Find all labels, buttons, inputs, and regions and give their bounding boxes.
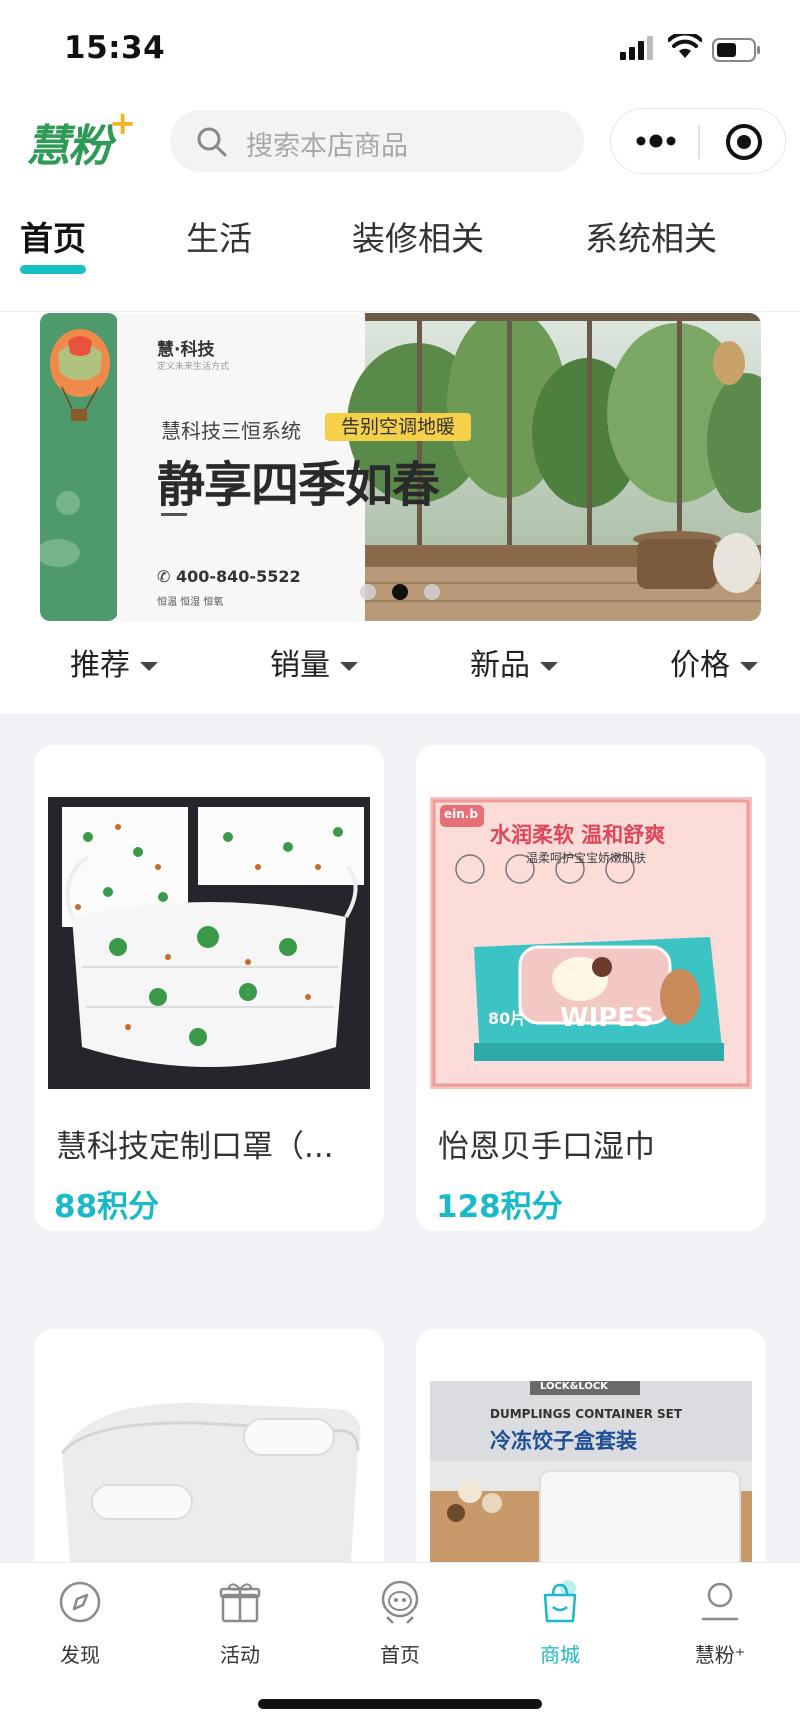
nav-label: 发现 xyxy=(60,1643,100,1667)
brand-logo: 慧粉 + xyxy=(26,104,136,174)
caret-down-icon xyxy=(740,662,758,671)
nav-profile[interactable]: 慧粉⁺ xyxy=(660,1577,780,1668)
user-icon xyxy=(701,1582,739,1621)
banner-features: 恒温 恒湿 恒氧 xyxy=(157,597,224,608)
banner-dash xyxy=(161,513,187,516)
sort-sales[interactable]: 销量 xyxy=(270,640,358,684)
banner-phone-number: 400-840-5522 xyxy=(175,567,301,586)
product-name[interactable]: 怡恩贝手口湿巾 xyxy=(438,1121,748,1166)
search-bar[interactable]: 搜索本店商品 xyxy=(170,110,584,172)
carousel-dot[interactable] xyxy=(360,584,376,600)
caret-down-icon xyxy=(540,662,558,671)
sort-label: 销量 xyxy=(270,648,330,683)
banner-carousel[interactable]: 慧·科技 定义未来生活方式 慧科技三恒系统 告别空调地暖 静享四季如春 ✆ 40… xyxy=(0,313,800,623)
sort-new[interactable]: 新品 xyxy=(470,640,558,684)
banner-headline: 静享四季如春 xyxy=(157,457,440,513)
dumpling-image-cn: 冷冻饺子盒套装 xyxy=(490,1429,637,1453)
sort-recommend[interactable]: 推荐 xyxy=(70,640,158,684)
product-price: 128积分 xyxy=(436,1189,563,1225)
banner-system-name: 慧科技三恒系统 xyxy=(161,419,301,443)
banner-active-slide[interactable]: 慧·科技 定义未来生活方式 慧科技三恒系统 告别空调地暖 静享四季如春 ✆ 40… xyxy=(117,313,761,621)
battery-icon xyxy=(712,38,760,62)
sort-label: 新品 xyxy=(470,648,530,683)
tab-life[interactable]: 生活 xyxy=(186,212,252,260)
banner-brand-sub: 定义未来生活方式 xyxy=(157,362,230,372)
wipes-image-sub: 温柔呵护宝宝娇嫩肌肤 xyxy=(526,851,647,865)
category-tabs: 首页 生活 装修相关 系统相关 xyxy=(0,212,800,312)
gift-icon xyxy=(219,1583,261,1623)
logo-text: 慧粉 xyxy=(26,121,112,172)
banner-brand: 慧·科技 xyxy=(157,340,215,360)
search-placeholder: 搜索本店商品 xyxy=(246,131,408,162)
close-target-icon[interactable] xyxy=(723,121,765,163)
mask-product-image xyxy=(48,797,370,1089)
status-time: 15:34 xyxy=(64,30,166,66)
sort-price[interactable]: 价格 xyxy=(670,640,758,684)
search-icon xyxy=(197,127,227,157)
compass-icon xyxy=(59,1581,101,1623)
product-price: 88积分 xyxy=(54,1189,160,1225)
carousel-dot[interactable] xyxy=(424,584,440,600)
product-card[interactable]: ein.b 水润柔软 温和舒爽 温柔呵护宝宝娇嫩肌肤 WIPES 80片 怡恩贝… xyxy=(416,745,766,1231)
nav-activity[interactable]: 活动 xyxy=(180,1577,300,1668)
caret-down-icon xyxy=(340,662,358,671)
banner-prev-slide[interactable] xyxy=(40,313,118,621)
nav-label: 商城 xyxy=(540,1643,580,1667)
sort-label: 推荐 xyxy=(70,648,130,683)
tab-decoration[interactable]: 装修相关 xyxy=(352,212,484,260)
cellular-signal-icon xyxy=(620,36,653,60)
banner-tag: 告别空调地暖 xyxy=(325,413,471,441)
dumpling-image-brand: LOCK&LOCK xyxy=(540,1381,608,1392)
product-image[interactable] xyxy=(48,797,370,1089)
tab-system[interactable]: 系统相关 xyxy=(585,212,717,260)
header: 慧粉 + 搜索本店商品 xyxy=(0,100,800,182)
wipes-image-brand: ein.b xyxy=(444,807,478,821)
capsule-divider xyxy=(698,125,700,159)
product-grid: 慧科技定制口罩（... 88积分 ein.b 水润柔软 温和舒爽 温柔呵护宝宝娇… xyxy=(0,713,800,1629)
nav-discover[interactable]: 发现 xyxy=(20,1577,140,1668)
sort-bar: 推荐 销量 新品 价格 xyxy=(0,640,800,710)
nav-mall[interactable]: 商城 xyxy=(500,1577,620,1668)
dumpling-image-en: DUMPLINGS CONTAINER SET xyxy=(490,1407,683,1421)
logo-plus: + xyxy=(109,104,136,142)
caret-down-icon xyxy=(140,662,158,671)
product-name[interactable]: 慧科技定制口罩（... xyxy=(56,1121,366,1166)
wipes-image-product: WIPES xyxy=(560,1003,654,1033)
wipes-image-headline: 水润柔软 温和舒爽 xyxy=(490,823,666,847)
product-image[interactable]: ein.b 水润柔软 温和舒爽 温柔呵护宝宝娇嫩肌肤 WIPES 80片 xyxy=(430,797,752,1089)
nav-label: 活动 xyxy=(220,1643,260,1667)
carousel-dot-active[interactable] xyxy=(392,584,408,600)
nav-label: 慧粉⁺ xyxy=(694,1643,746,1667)
wipes-image-count: 80片 xyxy=(488,1009,527,1028)
shopping-bag-icon xyxy=(543,1580,577,1623)
more-icon[interactable] xyxy=(635,130,677,152)
status-bar: 15:34 xyxy=(0,0,800,100)
nav-home[interactable]: 首页 xyxy=(340,1577,460,1668)
hot-air-balloon-icon xyxy=(40,329,110,567)
banner-phone: ✆ 400-840-5522 xyxy=(157,567,301,586)
sort-label: 价格 xyxy=(670,648,730,683)
home-indicator[interactable] xyxy=(258,1699,542,1709)
nav-label: 首页 xyxy=(380,1643,420,1667)
product-card[interactable]: 慧科技定制口罩（... 88积分 xyxy=(34,745,384,1231)
wifi-icon xyxy=(668,34,702,58)
tab-home[interactable]: 首页 xyxy=(20,212,86,260)
active-tab-indicator xyxy=(20,265,86,274)
mascot-icon xyxy=(381,1580,419,1624)
miniprogram-capsule xyxy=(610,108,786,174)
